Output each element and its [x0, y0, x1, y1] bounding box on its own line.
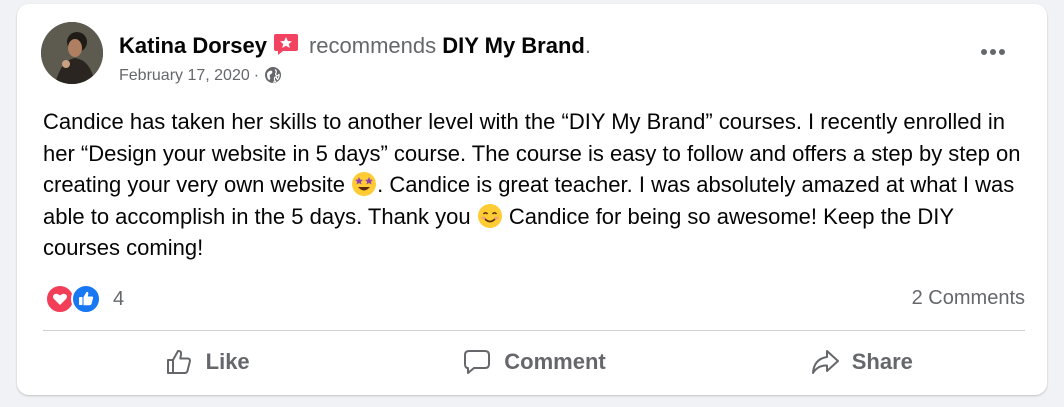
- star-struck-emoji: [352, 172, 377, 196]
- divider: [43, 330, 1025, 331]
- thumbs-up-icon: [166, 349, 191, 374]
- share-button[interactable]: Share: [698, 336, 1025, 388]
- comments-count-link[interactable]: 2 Comments: [912, 287, 1025, 310]
- author-name[interactable]: Katina Dorsey: [119, 33, 267, 58]
- period-text: .: [584, 33, 591, 58]
- separator-dot: ·: [253, 67, 260, 84]
- smiling-face-emoji: [477, 203, 502, 228]
- share-icon: [811, 350, 839, 374]
- recommend-badge-icon: [273, 34, 298, 55]
- avatar[interactable]: [41, 22, 103, 84]
- reaction-count: 4: [113, 287, 125, 310]
- post-body: Candice has taken her skills to another …: [43, 106, 1033, 264]
- post-header: Katina Dorsey recommends DIY My Brand.: [119, 32, 591, 60]
- reactions-summary[interactable]: 4: [45, 284, 124, 314]
- comment-label: Comment: [504, 349, 606, 374]
- share-label: Share: [851, 349, 913, 374]
- post-date[interactable]: February 17, 2020: [119, 67, 250, 84]
- post-meta: February 17, 2020 ·: [119, 66, 282, 86]
- action-bar: Like Comment Share: [43, 336, 1025, 388]
- comment-button[interactable]: Comment: [370, 336, 697, 388]
- more-options-icon[interactable]: [975, 40, 1011, 64]
- post-card: Katina Dorsey recommends DIY My Brand. F…: [17, 4, 1047, 395]
- like-button[interactable]: Like: [43, 336, 370, 388]
- recommends-text: recommends: [308, 33, 437, 58]
- like-reaction-icon: [71, 284, 101, 314]
- like-label: Like: [205, 349, 250, 374]
- page-name-link[interactable]: DIY My Brand: [442, 33, 585, 58]
- comment-icon: [464, 350, 491, 374]
- globe-icon[interactable]: [264, 66, 282, 84]
